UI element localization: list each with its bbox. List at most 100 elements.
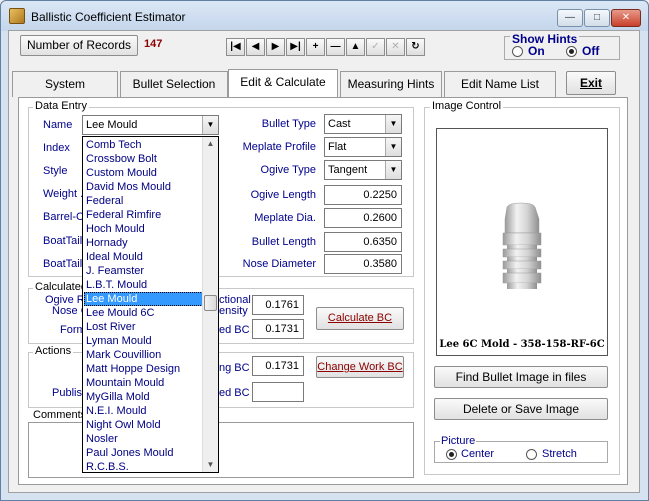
index-label: Index xyxy=(43,142,70,154)
dropdown-item[interactable]: Hoch Mould xyxy=(84,222,203,236)
name-combo[interactable]: Lee Mould ▼ xyxy=(82,115,219,135)
tab-edit-name-list[interactable]: Edit Name List xyxy=(444,71,556,97)
number-of-records-button[interactable]: Number of Records xyxy=(20,35,138,56)
ogive-type-label: Ogive Type xyxy=(260,164,316,176)
dropdown-item[interactable]: Mark Couvillion xyxy=(84,348,203,362)
scroll-down-icon[interactable]: ▼ xyxy=(203,458,218,472)
edit-record-icon[interactable]: ▲ xyxy=(346,38,365,56)
next-record-button[interactable]: ▶ xyxy=(266,38,285,56)
exit-button[interactable]: Exit xyxy=(566,71,616,95)
minimize-button[interactable]: — xyxy=(557,9,583,27)
nose-diameter-input[interactable]: 0.3580 xyxy=(324,254,402,274)
nose-diameter-label: Nose Diameter xyxy=(242,258,316,270)
hints-on-radio[interactable] xyxy=(512,46,523,57)
dropdown-item[interactable]: Federal xyxy=(84,194,203,208)
first-record-button[interactable]: |◀ xyxy=(226,38,245,56)
comments-title: Comments xyxy=(33,409,87,421)
dropdown-item[interactable]: MyGilla Mold xyxy=(84,390,203,404)
prev-record-button[interactable]: ◀ xyxy=(246,38,265,56)
last-record-button[interactable]: ▶| xyxy=(286,38,305,56)
tab-system[interactable]: System xyxy=(12,71,118,97)
hints-off-radio[interactable] xyxy=(566,46,577,57)
publish-label: Publist xyxy=(52,387,86,399)
stretch-radio[interactable] xyxy=(526,449,537,460)
meplate-dia-label: Meplate Dia. xyxy=(254,212,316,224)
published-bc-label: ed BC xyxy=(219,387,250,399)
weight-label: Weight . xyxy=(43,188,84,200)
post-edit-icon[interactable]: ✓ xyxy=(366,38,385,56)
dropdown-item[interactable]: Federal Rimfire xyxy=(84,208,203,222)
dropdown-item[interactable]: Lee Mould xyxy=(84,292,203,306)
tab-measuring-hints[interactable]: Measuring Hints xyxy=(340,71,442,97)
dropdown-item[interactable]: N.E.I. Mould xyxy=(84,404,203,418)
dropdown-item[interactable]: L.B.T. Mould xyxy=(84,278,203,292)
app-icon xyxy=(9,8,25,24)
dropdown-item[interactable]: Night Owl Mold xyxy=(84,418,203,432)
meplate-dia-input[interactable]: 0.2600 xyxy=(324,208,402,228)
meplate-profile-combo[interactable]: Flat ▼ xyxy=(324,137,402,157)
cancel-edit-icon[interactable]: ✕ xyxy=(386,38,405,56)
tab-bullet-selection[interactable]: Bullet Selection xyxy=(120,71,228,97)
ogive-type-arrow-icon[interactable]: ▼ xyxy=(385,161,401,179)
bullet-type-arrow-icon[interactable]: ▼ xyxy=(385,115,401,133)
working-bc-label: ng BC xyxy=(219,362,250,374)
name-combo-arrow-icon[interactable]: ▼ xyxy=(202,116,218,134)
close-button[interactable]: ✕ xyxy=(611,9,641,27)
maximize-button[interactable]: □ xyxy=(584,9,610,27)
ogive-type-value: Tangent xyxy=(328,164,368,176)
bullet-length-input[interactable]: 0.6350 xyxy=(324,232,402,252)
dropdown-item[interactable]: Hornady xyxy=(84,236,203,250)
estimated-bc-output: 0.1731 xyxy=(252,319,304,339)
title-bar: Ballistic Coefficient Estimator — □ ✕ xyxy=(1,1,648,31)
working-bc-output: 0.1731 xyxy=(252,356,304,376)
calculate-bc-button[interactable]: Calculate BC xyxy=(316,307,404,330)
dropdown-item[interactable]: Mountain Mould xyxy=(84,376,203,390)
show-hints-title: Show Hints xyxy=(510,32,580,46)
scroll-thumb[interactable] xyxy=(204,295,217,311)
picture-title: Picture xyxy=(440,435,477,447)
bullet-image xyxy=(502,202,542,289)
dropdown-item[interactable]: R.C.B.S. xyxy=(84,460,203,471)
bullet-type-value: Cast xyxy=(328,118,351,130)
dropdown-items: Comb Tech Crossbow Bolt Custom Mould David … xyxy=(84,138,203,471)
name-dropdown-list[interactable]: Comb Tech Crossbow Bolt Custom Mould David … xyxy=(82,136,219,473)
ogive-length-input[interactable]: 0.2250 xyxy=(324,185,402,205)
boattail-label-2: BoatTail xyxy=(43,258,83,270)
ogive-type-combo[interactable]: Tangent ▼ xyxy=(324,160,402,180)
dropdown-item[interactable]: J. Feamster xyxy=(84,264,203,278)
barrel-label: Barrel-C xyxy=(43,211,84,223)
center-radio[interactable] xyxy=(446,449,457,460)
published-bc-input[interactable] xyxy=(252,382,304,402)
add-record-icon[interactable]: + xyxy=(306,38,325,56)
scroll-up-icon[interactable]: ▲ xyxy=(203,137,218,151)
dropdown-item[interactable]: Lost River xyxy=(84,320,203,334)
dropdown-item[interactable]: Nosler xyxy=(84,432,203,446)
dropdown-item[interactable]: Custom Mould xyxy=(84,166,203,180)
dropdown-item[interactable]: Crossbow Bolt xyxy=(84,152,203,166)
window-title: Ballistic Coefficient Estimator xyxy=(31,10,186,24)
dropdown-item[interactable]: Lyman Mould xyxy=(84,334,203,348)
name-combo-value: Lee Mould xyxy=(86,119,138,131)
bullet-type-label: Bullet Type xyxy=(261,118,316,130)
dropdown-item[interactable]: Comb Tech xyxy=(84,138,203,152)
dropdown-item[interactable]: Lee Mould 6C xyxy=(84,306,203,320)
change-work-bc-button[interactable]: Change Work BC xyxy=(316,356,404,378)
bullet-length-label: Bullet Length xyxy=(251,236,316,248)
bullet-type-combo[interactable]: Cast ▼ xyxy=(324,114,402,134)
meplate-profile-arrow-icon[interactable]: ▼ xyxy=(385,138,401,156)
dropdown-item[interactable]: Ideal Mould xyxy=(84,250,203,264)
dropdown-scrollbar[interactable]: ▲ ▼ xyxy=(202,137,218,472)
estimated-bc-label: ed BC xyxy=(219,324,250,336)
delete-save-image-button[interactable]: Delete or Save Image xyxy=(434,398,608,420)
bullet-image-frame: Lee 6C Mold - 358-158-RF-6C xyxy=(436,128,608,356)
sectional-density-output: 0.1761 xyxy=(252,295,304,315)
dropdown-item[interactable]: Matt Hoppe Design xyxy=(84,362,203,376)
image-control-title: Image Control xyxy=(430,100,504,112)
tab-edit-calculate[interactable]: Edit & Calculate B.C. xyxy=(228,69,338,113)
delete-record-icon[interactable]: — xyxy=(326,38,345,56)
dropdown-item[interactable]: David Mos Mould xyxy=(84,180,203,194)
dropdown-item[interactable]: Paul Jones Mould xyxy=(84,446,203,460)
actions-title: Actions xyxy=(33,345,74,357)
refresh-icon[interactable]: ↻ xyxy=(406,38,425,56)
find-bullet-image-button[interactable]: Find Bullet Image in files xyxy=(434,366,608,388)
